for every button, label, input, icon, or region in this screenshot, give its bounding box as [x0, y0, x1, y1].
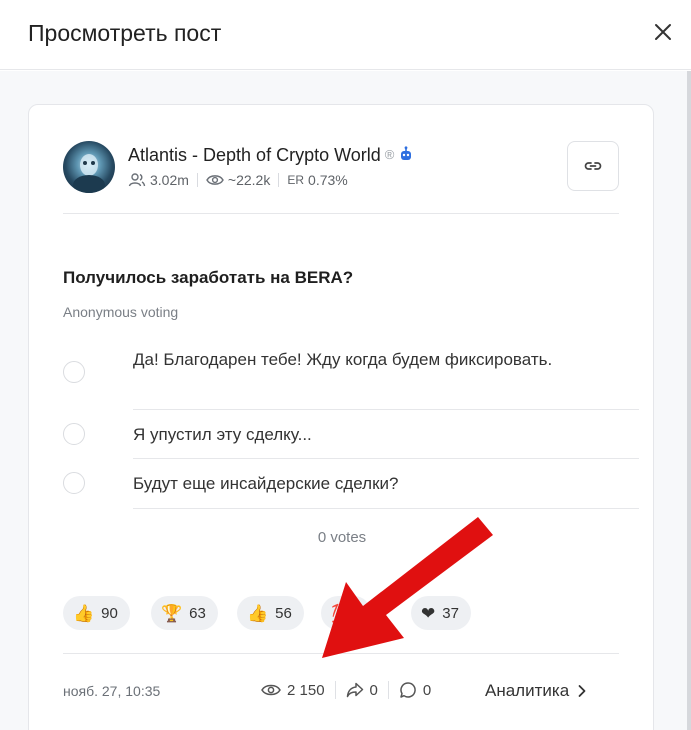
copy-link-button[interactable]: [567, 141, 619, 191]
poll-option-text: Да! Благодарен тебе! Жду когда будем фик…: [133, 350, 553, 369]
chevron-right-icon: [578, 685, 586, 697]
reaction-thumbs-up[interactable]: 👍 56: [237, 596, 304, 630]
channel-name[interactable]: Atlantis - Depth of Crypto World: [128, 145, 381, 165]
close-icon: [655, 24, 671, 40]
channel-stats: 3.02m ~22.2k ER 0.73%: [128, 172, 348, 188]
post-card: Atlantis - Depth of Crypto World® 3.02m: [28, 104, 654, 730]
radio-button[interactable]: [63, 423, 85, 445]
link-icon: [584, 162, 602, 170]
channel-name-row[interactable]: Atlantis - Depth of Crypto World ®: [128, 145, 414, 167]
poll-option-2[interactable]: Я упустил эту сделку...: [63, 410, 639, 459]
poll-type: Anonymous voting: [63, 304, 179, 320]
modal-header: Просмотреть пост: [0, 0, 691, 70]
divider: [63, 213, 619, 214]
divider: [63, 653, 619, 654]
subscribers-count: 3.02m: [150, 172, 189, 188]
radio-button[interactable]: [63, 361, 85, 383]
post-stats: 2 150 0 0: [261, 681, 431, 699]
radio-button[interactable]: [63, 472, 85, 494]
reaction-count: 37: [442, 604, 459, 622]
hundred-icon: 💯: [331, 603, 353, 623]
poll-option-3[interactable]: Будут еще инсайдерские сделки?: [63, 459, 639, 509]
reaction-hundred[interactable]: 💯: [321, 596, 372, 630]
eye-icon: [206, 175, 224, 185]
subscribers-icon: [128, 173, 146, 187]
analytics-label: Аналитика: [485, 681, 570, 700]
comments-count: 0: [422, 681, 432, 699]
share-icon: [346, 682, 363, 698]
poll-option-text: Будут еще инсайдерские сделки?: [133, 474, 399, 493]
option-divider: [133, 508, 639, 509]
er-label: ER: [287, 173, 305, 187]
post-date: нояб. 27, 10:35: [63, 683, 161, 699]
bot-icon: [398, 146, 414, 167]
reaction-count: 56: [275, 604, 292, 622]
eye-icon: [261, 684, 281, 696]
reaction-count: 90: [101, 604, 118, 622]
registered-mark: ®: [384, 147, 395, 162]
scrollbar[interactable]: [687, 71, 691, 730]
poll-question: Получилось заработать на BERA?: [63, 268, 354, 287]
analytics-link[interactable]: Аналитика: [485, 681, 587, 701]
votes-count: 0 votes: [317, 529, 367, 546]
reaction-heart[interactable]: ❤ 37: [411, 596, 471, 630]
heart-icon: ❤: [421, 603, 436, 623]
reaction-thumbs-up-rocket[interactable]: 👍 90: [63, 596, 130, 630]
channel-avatar[interactable]: [63, 141, 115, 193]
close-button[interactable]: [649, 18, 677, 46]
shares-count: 0: [369, 681, 378, 699]
trophy-icon: 🏆: [161, 603, 183, 623]
views-count: 2 150: [287, 681, 325, 699]
poll-option-1[interactable]: Да! Благодарен тебе! Жду когда будем фик…: [63, 345, 639, 410]
modal-title: Просмотреть пост: [28, 20, 222, 46]
reaction-trophy[interactable]: 🏆 63: [151, 596, 218, 630]
comment-icon: [400, 682, 416, 698]
thumbs-up-rocket-icon: 👍: [73, 603, 95, 623]
er-value: 0.73%: [308, 172, 348, 188]
poll-option-text: Я упустил эту сделку...: [133, 425, 312, 444]
thumbs-up-icon: 👍: [247, 603, 269, 623]
reaction-count: 63: [189, 604, 206, 622]
avg-views: ~22.2k: [227, 172, 271, 188]
